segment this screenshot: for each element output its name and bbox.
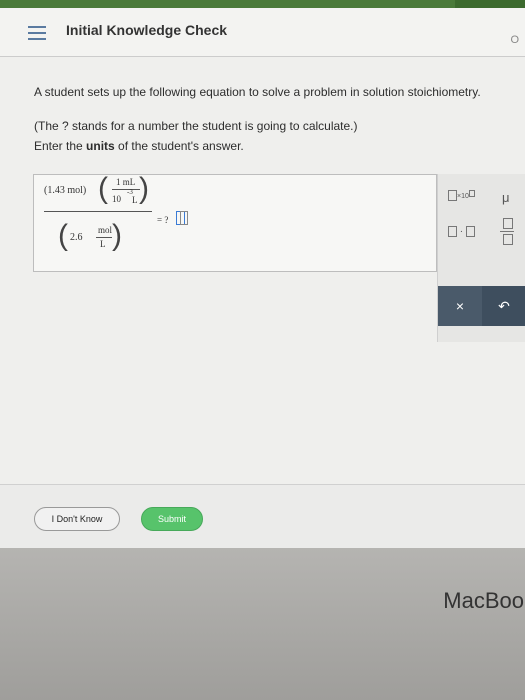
prompt-line-3-suffix: of the student's answer. [114, 139, 244, 153]
laptop-bezel: MacBook [0, 548, 525, 700]
equals-sign: = ? [157, 215, 169, 225]
bottom-bar: I Don't Know Submit [0, 484, 525, 548]
top-accent-right [455, 0, 525, 8]
right-paren: ) [139, 172, 149, 205]
main-fraction-line [44, 211, 152, 212]
ml-numerator: 1 mL [116, 177, 136, 187]
tool-action-row: × ↶ [438, 286, 525, 342]
dot-label: · [459, 226, 464, 238]
prompt-units-emphasis: units [86, 139, 115, 153]
page-title: Initial Knowledge Check [66, 22, 228, 38]
macbook-logo-text: MacBook [443, 588, 525, 613]
equation-answer-box[interactable]: (1.43 mol) ( 1 mL 10 -3 L ) ( 2.6 mol L … [33, 172, 437, 272]
menu-icon[interactable] [28, 26, 46, 40]
answer-input-field[interactable] [180, 211, 188, 225]
den-unit-bottom: L [100, 239, 106, 249]
submit-button[interactable]: Submit [141, 507, 203, 531]
sci-notation-tool[interactable]: ×10 [448, 190, 475, 201]
dont-know-button[interactable]: I Don't Know [34, 507, 120, 531]
denominator-coeff: 2.6 [70, 232, 83, 243]
multiply-dot-tool[interactable]: · [448, 226, 475, 237]
den-left-paren: ( [58, 219, 68, 252]
left-paren: ( [98, 172, 108, 205]
sci-notation-label: ×10 [457, 193, 469, 201]
liter-unit: L [132, 195, 138, 205]
header: Initial Knowledge Check O [0, 8, 525, 57]
prompt-line-2: (The ? stands for a number the student i… [34, 119, 358, 133]
top-accent-bar [0, 0, 525, 8]
main-panel: A student sets up the following equation… [0, 57, 525, 547]
undo-button[interactable]: ↶ [482, 286, 525, 326]
fraction-tool[interactable] [500, 218, 514, 245]
den-unit-line [96, 237, 112, 238]
prompt-line-1: A student sets up the following equation… [34, 85, 481, 99]
inner-fraction-line [112, 189, 140, 190]
den-right-paren: ) [112, 219, 122, 252]
corner-icon[interactable]: O [510, 34, 519, 46]
equation-tools-panel: ×10 μ · × ↶ [437, 174, 525, 342]
prompt-line-3: Enter the units of the student's answer. [34, 139, 244, 153]
mol-amount: (1.43 mol) [44, 185, 87, 196]
mu-tool[interactable]: μ [502, 190, 510, 205]
clear-button[interactable]: × [438, 286, 482, 326]
prompt-line-3-prefix: Enter the [34, 139, 87, 153]
ten: 10 [112, 194, 121, 204]
den-unit-top: mol [98, 225, 113, 235]
